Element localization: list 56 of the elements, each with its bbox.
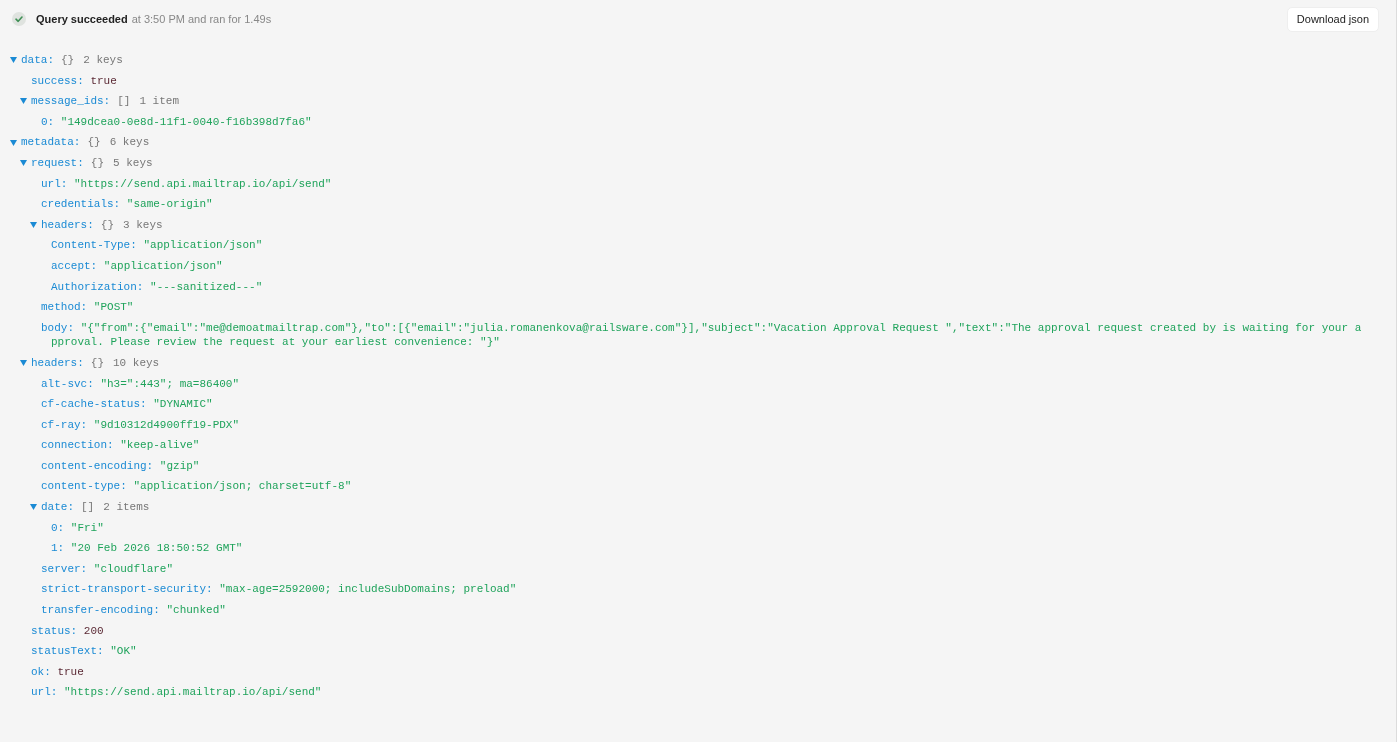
caret-icon[interactable] xyxy=(20,360,27,367)
caret-icon[interactable] xyxy=(10,57,17,64)
json-entry: accept: "application/json" xyxy=(51,258,224,274)
type-brackets: {} xyxy=(90,355,104,371)
check-icon xyxy=(12,12,26,26)
json-key[interactable]: headers: xyxy=(31,354,84,372)
caret-icon[interactable] xyxy=(30,222,37,229)
json-key[interactable]: headers: xyxy=(41,216,94,234)
download-button[interactable]: Download json xyxy=(1286,6,1379,32)
json-entry: server: "cloudflare" xyxy=(41,561,175,577)
caret-icon[interactable] xyxy=(20,160,27,167)
json-entry: success: true xyxy=(31,73,118,89)
json-entry: url: "https://send.api.mailtrap.io/api/send" xyxy=(41,176,333,192)
caret-icon[interactable] xyxy=(20,98,27,105)
item-count: 5 keys xyxy=(113,156,153,171)
item-count: 1 item xyxy=(139,94,180,110)
json-entry: method: "POST" xyxy=(41,300,135,315)
json-entry: alt-svc: "h3=":443"; ma=86400" xyxy=(41,376,241,392)
type-brackets: [] xyxy=(117,94,131,110)
caret-icon[interactable] xyxy=(30,504,37,511)
json-entry: cf-ray: "9d10312d4900ff19-PDX" xyxy=(41,417,241,433)
json-entry: transfer-encoding: "chunked" xyxy=(41,603,227,618)
type-brackets: {} xyxy=(100,217,114,233)
type-brackets: {} xyxy=(87,135,101,151)
json-entry: content-type: "application/json; charset=utf-8" xyxy=(41,479,353,495)
json-entry: 1: "20 Feb 2026 18:50:52 GMT" xyxy=(51,541,244,556)
type-brackets: [] xyxy=(81,500,95,516)
json-entry: Content-Type: "application/json" xyxy=(51,238,264,253)
json-key[interactable]: metadata: xyxy=(21,134,81,151)
item-count: 6 keys xyxy=(109,135,150,151)
item-count: 10 keys xyxy=(113,355,160,371)
json-entry: cf-cache-status: "DYNAMIC" xyxy=(41,397,214,412)
json-entry: content-encoding: "gzip" xyxy=(41,458,201,474)
json-entry: strict-transport-security: "max-age=2592000; includeSubDomains; preload" xyxy=(41,582,518,598)
json-entry: Authorization: "---sanitized---" xyxy=(51,279,264,295)
json-key[interactable]: data: xyxy=(21,52,54,69)
json-key[interactable]: request: xyxy=(31,155,84,172)
status-title: Query succeeded xyxy=(36,11,128,27)
json-entry: 0: "149dcea0-0e8d-11f1-0040-f16b398d7fa6" xyxy=(41,114,313,130)
item-count: 2 keys xyxy=(83,53,123,69)
item-count: 3 keys xyxy=(123,217,163,233)
type-brackets: {} xyxy=(61,53,75,69)
status-detail: at 3:50 PM and ran for 1.49s xyxy=(131,11,272,27)
type-brackets: {} xyxy=(90,156,104,171)
json-key[interactable]: date: xyxy=(41,499,74,516)
json-key[interactable]: message_ids: xyxy=(31,93,111,110)
json-entry: ok: true xyxy=(31,664,85,680)
json-entry: connection: "keep-alive" xyxy=(41,438,201,453)
json-entry: body: "{"from":{"email":"me@demoatmailtrap.com"},"to":[{"email":"julia.romanenkova@railsware.com"}],"subject":"Vacation Approval Request ","text":"The approval request created by is waiting for your approval. Please review the request at your earliest convenience: "}" xyxy=(41,320,1363,350)
json-entry: url: "https://send.api.mailtrap.io/api/send" xyxy=(31,685,323,700)
json-entry: credentials: "same-origin" xyxy=(41,197,214,212)
json-entry: statusText: "OK" xyxy=(31,644,138,659)
json-entry: status: 200 xyxy=(31,623,105,639)
json-entry: 0: "Fri" xyxy=(51,520,105,536)
item-count: 2 items xyxy=(103,500,150,516)
caret-icon[interactable] xyxy=(10,139,17,146)
